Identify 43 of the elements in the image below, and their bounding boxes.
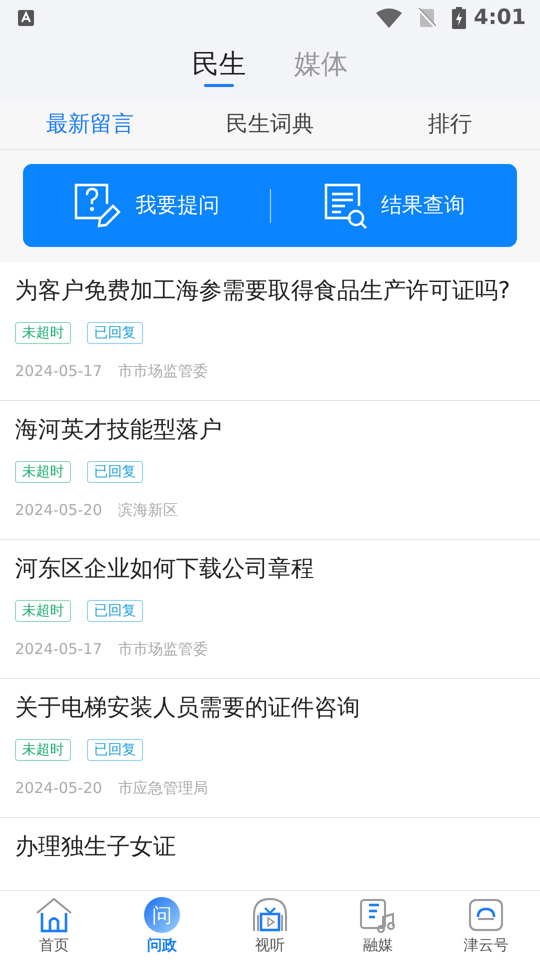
- status-time: 4:01: [474, 4, 526, 32]
- department-name: 市应急管理局: [118, 778, 208, 799]
- message-date: 2024-05-20: [15, 500, 102, 521]
- no-sim-icon: [418, 8, 436, 28]
- status-tag: 已回复: [87, 322, 143, 344]
- category-tab[interactable]: 最新留言: [0, 100, 180, 149]
- department-name: 滨海新区: [118, 500, 178, 521]
- status-tag: 已回复: [87, 461, 143, 483]
- ask-icon: 问: [144, 897, 180, 933]
- nav-tab[interactable]: 津云号: [432, 891, 540, 960]
- nav-tab[interactable]: 视听: [216, 891, 324, 960]
- message-date: 2024-05-17: [15, 361, 102, 382]
- battery-charging-icon: [452, 7, 466, 29]
- department-name: 市市场监管委: [118, 361, 208, 382]
- message-date: 2024-05-17: [15, 639, 102, 660]
- message-title[interactable]: 河东区企业如何下载公司章程: [15, 555, 525, 584]
- message-title[interactable]: 海河英才技能型落户: [15, 416, 525, 445]
- status-tag: 未超时: [15, 739, 71, 761]
- nav-tab[interactable]: 问 问政: [108, 891, 216, 960]
- message-title[interactable]: 办理独生子女证: [15, 833, 525, 862]
- home-icon: [35, 897, 73, 933]
- nav-tab[interactable]: 首页: [0, 891, 108, 960]
- section-tab[interactable]: 民生: [192, 48, 246, 88]
- ask-question-button[interactable]: 我要提问: [23, 164, 270, 247]
- status-tag: 未超时: [15, 322, 71, 344]
- document-search-icon: [322, 182, 367, 230]
- wifi-icon: [376, 8, 402, 28]
- result-query-button[interactable]: 结果查询: [270, 164, 517, 247]
- message-title[interactable]: 关于电梯安装人员需要的证件咨询: [15, 694, 525, 723]
- media-icon: [359, 897, 397, 933]
- status-tag: 未超时: [15, 461, 71, 483]
- message-date: 2024-05-20: [15, 778, 102, 799]
- question-edit-icon: [73, 182, 122, 230]
- category-tab[interactable]: 排行: [360, 100, 540, 149]
- tv-icon: [251, 897, 289, 933]
- keyboard-icon: [18, 10, 34, 26]
- status-tag: 已回复: [87, 739, 143, 761]
- status-tag: 未超时: [15, 600, 71, 622]
- status-tag: 已回复: [87, 600, 143, 622]
- message-title[interactable]: 为客户免费加工海参需要取得食品生产许可证吗?: [15, 277, 525, 306]
- nav-tab[interactable]: 融媒: [324, 891, 432, 960]
- department-name: 市市场监管委: [118, 639, 208, 660]
- category-tab[interactable]: 民生词典: [180, 100, 360, 149]
